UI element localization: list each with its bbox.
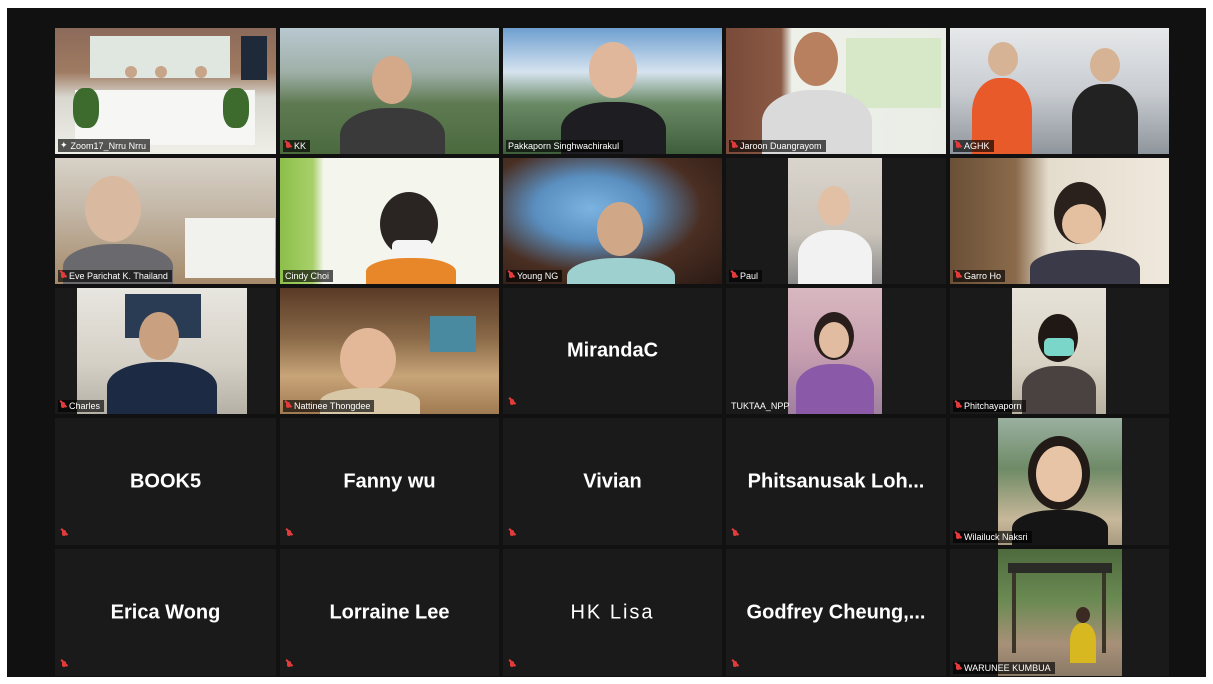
participant-display-name: Godfrey Cheung,... — [746, 601, 926, 623]
participant-tile-kk[interactable]: KK — [280, 28, 499, 154]
video-feed — [503, 158, 722, 284]
zoom-gallery-view: ✦ Zoom17_Nrru Nrru KK Pakkaporn Singhwac… — [7, 8, 1206, 677]
video-feed — [1012, 288, 1106, 414]
muted-mic-icon — [509, 661, 515, 670]
participant-tile-tuktaa[interactable]: TUKTAA_NPP — [726, 288, 946, 414]
participant-tile-mirandac[interactable]: MirandaC — [503, 288, 722, 414]
muted-mic-icon — [61, 661, 67, 670]
participant-name-label: Phitchayaporn — [953, 400, 1026, 412]
screen — [430, 316, 476, 352]
screen — [241, 36, 267, 80]
video-feed — [950, 28, 1169, 154]
participant-name-label: Wilailuck Naksri — [953, 531, 1032, 543]
participant-tile-warunee[interactable]: WARUNEE KUMBUA — [950, 549, 1169, 676]
participant-tile-wilailuck[interactable]: Wilailuck Naksri — [950, 418, 1169, 545]
participant-name-label: Charles — [58, 400, 105, 412]
participant-grid: ✦ Zoom17_Nrru Nrru KK Pakkaporn Singhwac… — [55, 28, 1169, 676]
participant-name-label: Jaroon Duangrayom — [729, 140, 826, 152]
muted-mic-icon — [955, 271, 961, 281]
muted-mic-icon — [60, 271, 66, 281]
participant-name-label: Nattinee Thongdee — [283, 400, 375, 412]
participant-name-label: Pakkaporn Singhwachirakul — [506, 140, 624, 152]
banner — [846, 38, 941, 108]
participant-name-label: AGHK — [953, 140, 994, 152]
muted-mic-icon — [732, 530, 738, 539]
muted-mic-icon — [285, 141, 291, 151]
plant — [223, 88, 249, 128]
participant-tile-phitsanusak[interactable]: Phitsanusak Loh... — [726, 418, 946, 545]
banner — [185, 218, 275, 278]
participant-name-label: TUKTAA_NPP — [731, 401, 790, 411]
participant-tile-pakkaporn[interactable]: Pakkaporn Singhwachirakul — [503, 28, 722, 154]
video-feed — [55, 28, 276, 154]
participant-tile-aghk[interactable]: AGHK — [950, 28, 1169, 154]
video-feed — [726, 28, 946, 154]
participant-name-label: WARUNEE KUMBUA — [953, 662, 1055, 674]
video-feed — [77, 288, 247, 414]
video-feed — [55, 158, 276, 284]
participant-name-label: Cindy Choi — [283, 270, 334, 282]
muted-mic-icon — [955, 532, 961, 542]
participant-tile-hk-lisa[interactable]: HK Lisa — [503, 549, 722, 676]
video-feed — [280, 288, 499, 414]
participant-tile-charles[interactable]: Charles — [55, 288, 276, 414]
participant-tile-lorraine-lee[interactable]: Lorraine Lee — [280, 549, 499, 676]
video-feed — [998, 418, 1122, 545]
muted-mic-icon — [509, 530, 515, 539]
muted-mic-icon — [508, 271, 514, 281]
participant-tile-paul[interactable]: Paul — [726, 158, 946, 284]
muted-mic-icon — [60, 401, 66, 411]
pin-icon: ✦ — [60, 140, 68, 150]
participant-display-name: Phitsanusak Loh... — [747, 470, 925, 492]
video-feed — [950, 158, 1169, 284]
participant-name-label: Young NG — [506, 270, 563, 282]
participant-display-name: Fanny wu — [343, 470, 436, 492]
participant-tile-godfrey[interactable]: Godfrey Cheung,... — [726, 549, 946, 676]
participant-display-name: BOOK5 — [129, 470, 202, 492]
participant-tile-fanny-wu[interactable]: Fanny wu — [280, 418, 499, 545]
muted-mic-icon — [61, 530, 67, 539]
participant-tile-phitchayaporn[interactable]: Phitchayaporn — [950, 288, 1169, 414]
participant-tile-zoom17[interactable]: ✦ Zoom17_Nrru Nrru — [55, 28, 276, 154]
muted-mic-icon — [286, 661, 292, 670]
muted-mic-icon — [955, 141, 961, 151]
participant-tile-cindy[interactable]: Cindy Choi — [280, 158, 499, 284]
video-feed — [503, 28, 722, 154]
participant-tile-book5[interactable]: BOOK5 — [55, 418, 276, 545]
video-feed — [788, 158, 882, 284]
muted-mic-icon — [955, 401, 961, 411]
video-feed — [280, 28, 499, 154]
muted-mic-icon — [731, 271, 737, 281]
participant-tile-vivian[interactable]: Vivian — [503, 418, 722, 545]
participant-tile-young-ng[interactable]: Young NG — [503, 158, 722, 284]
participant-tile-erica-wong[interactable]: Erica Wong — [55, 549, 276, 676]
muted-mic-icon — [286, 530, 292, 539]
participant-display-name: Vivian — [583, 470, 642, 492]
participant-display-name: MirandaC — [566, 339, 659, 362]
participant-name-label: ✦ Zoom17_Nrru Nrru — [58, 139, 151, 152]
video-feed — [998, 549, 1122, 676]
muted-mic-icon — [285, 401, 291, 411]
shelter-roof — [1008, 563, 1112, 573]
participant-tile-garro-ho[interactable]: Garro Ho — [950, 158, 1169, 284]
video-feed — [280, 158, 499, 284]
participant-display-name: Erica Wong — [110, 601, 221, 623]
participant-name-label: Garro Ho — [953, 270, 1006, 282]
participant-display-name: Lorraine Lee — [329, 601, 450, 623]
plant — [73, 88, 99, 128]
muted-mic-icon — [955, 663, 961, 673]
video-feed — [788, 288, 882, 414]
face-mask — [1044, 338, 1074, 356]
participant-display-name: HK Lisa — [570, 601, 655, 623]
participant-tile-jaroon[interactable]: Jaroon Duangrayom — [726, 28, 946, 154]
participant-name-label: KK — [283, 140, 311, 152]
participant-tile-eve[interactable]: Eve Parichat K. Thailand — [55, 158, 276, 284]
participant-name-label: Eve Parichat K. Thailand — [58, 270, 172, 282]
participant-name-label: Paul — [729, 270, 763, 282]
muted-mic-icon — [509, 399, 515, 408]
participant-tile-nattinee[interactable]: Nattinee Thongdee — [280, 288, 499, 414]
muted-mic-icon — [731, 141, 737, 151]
muted-mic-icon — [732, 661, 738, 670]
